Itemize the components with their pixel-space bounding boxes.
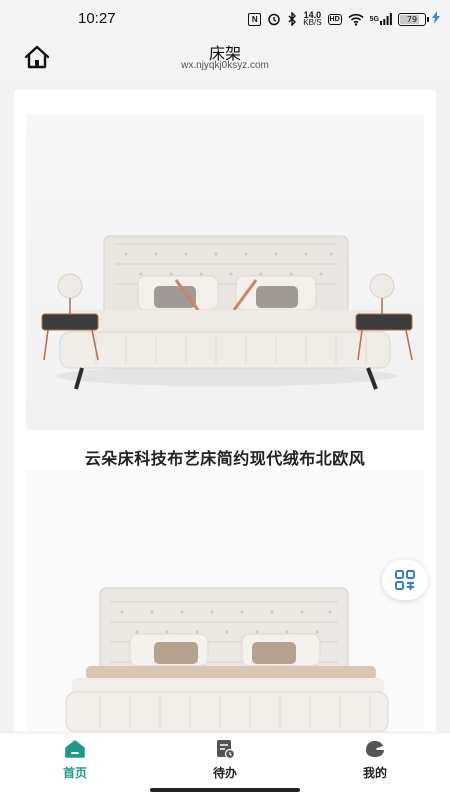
- signal-icon: 5G: [370, 11, 392, 27]
- app-header: 床架 wx.njyqkj0ksyz.com: [0, 38, 450, 80]
- status-bar: 10:27 N 14.0 KB/S HD 5G 79: [0, 0, 450, 38]
- page-url: wx.njyqkj0ksyz.com: [181, 60, 269, 71]
- charging-icon: [432, 10, 440, 28]
- product-image-1[interactable]: [26, 114, 424, 430]
- battery-icon: 79: [398, 12, 429, 26]
- quick-menu-button[interactable]: [382, 560, 428, 600]
- network-speed: 14.0 KB/S: [303, 11, 321, 27]
- nav-mine[interactable]: 我的: [345, 739, 405, 783]
- nav-home[interactable]: 首页: [45, 739, 105, 783]
- product-card[interactable]: 云朵床科技布艺床简约现代绒布北欧风: [14, 90, 436, 732]
- nav-todo[interactable]: 待办: [195, 739, 255, 783]
- wifi-icon: [348, 11, 364, 27]
- todo-tab-icon: [217, 740, 236, 759]
- alarm-icon: [267, 11, 281, 27]
- nav-mine-label: 我的: [362, 766, 387, 780]
- hd-icon: HD: [327, 13, 342, 25]
- content-area[interactable]: 云朵床科技布艺床简约现代绒布北欧风: [0, 80, 450, 732]
- signal-label: 5G: [369, 15, 379, 23]
- product-title[interactable]: 云朵床科技布艺床简约现代绒布北欧风: [14, 445, 436, 469]
- grid-apps-icon: [395, 570, 415, 590]
- battery-level: 79: [406, 14, 418, 24]
- network-speed-unit: KB/S: [303, 18, 322, 27]
- bluetooth-icon: [287, 11, 297, 27]
- profile-tab-icon: [366, 741, 384, 757]
- nfc-icon: N: [248, 12, 262, 26]
- nav-todo-label: 待办: [212, 766, 237, 780]
- nav-home-label: 首页: [62, 766, 87, 780]
- status-icons: N 14.0 KB/S HD 5G 79: [248, 9, 440, 29]
- status-time: 10:27: [78, 10, 116, 27]
- home-indicator[interactable]: [150, 788, 300, 792]
- product-image-2[interactable]: [26, 470, 424, 732]
- home-tab-icon: [65, 740, 85, 758]
